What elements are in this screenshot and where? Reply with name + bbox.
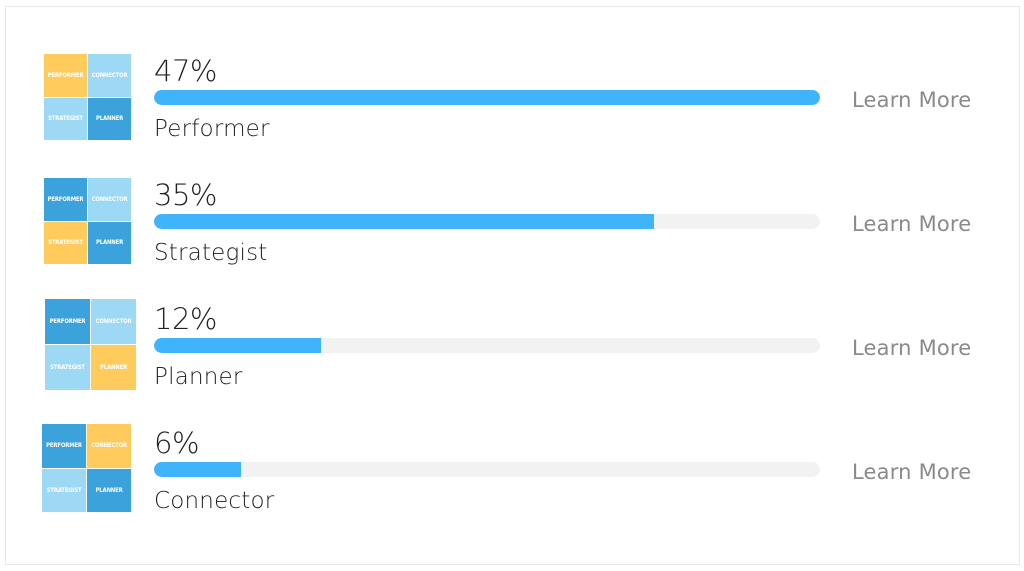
- grid-cell-planner: Planner: [91, 345, 136, 390]
- progress-fill: [154, 90, 820, 105]
- type-name: Strategist: [154, 240, 268, 266]
- grid-cell-strategist: Strategist: [42, 468, 86, 512]
- type-name: Performer: [154, 116, 270, 142]
- grid-cell-performer: Performer: [45, 299, 90, 344]
- type-name: Connector: [154, 488, 275, 514]
- grid-cell-performer: Performer: [42, 424, 86, 468]
- result-row-connector: Performer Connector Strategist Planner 6…: [6, 423, 1019, 523]
- type-name: Planner: [154, 364, 243, 390]
- learn-more-link[interactable]: Learn More: [852, 90, 971, 111]
- grid-cell-planner: Planner: [87, 468, 131, 512]
- grid-cell-planner: Planner: [88, 221, 131, 264]
- learn-more-link[interactable]: Learn More: [852, 462, 971, 483]
- personality-grid-icon: Performer Connector Strategist Planner: [42, 424, 131, 512]
- percent-label: 35%: [154, 178, 217, 212]
- grid-cell-connector: Connector: [87, 424, 131, 468]
- grid-cell-connector: Connector: [88, 178, 131, 221]
- progress-bar: [154, 462, 820, 477]
- progress-bar: [154, 338, 820, 353]
- grid-cell-strategist: Strategist: [44, 97, 87, 140]
- result-row-planner: Performer Connector Strategist Planner 1…: [6, 299, 1019, 399]
- progress-bar: [154, 90, 820, 105]
- learn-more-link[interactable]: Learn More: [852, 338, 971, 359]
- result-row-strategist: Performer Connector Strategist Planner 3…: [6, 175, 1019, 275]
- learn-more-link[interactable]: Learn More: [852, 214, 971, 235]
- personality-grid-icon: Performer Connector Strategist Planner: [44, 54, 131, 140]
- results-card: Performer Connector Strategist Planner 4…: [5, 6, 1020, 565]
- personality-grid-icon: Performer Connector Strategist Planner: [44, 178, 131, 264]
- grid-cell-strategist: Strategist: [44, 221, 87, 264]
- progress-fill: [154, 338, 321, 353]
- progress-fill: [154, 214, 654, 229]
- percent-label: 47%: [154, 54, 217, 88]
- grid-cell-planner: Planner: [88, 97, 131, 140]
- grid-cell-performer: Performer: [44, 178, 87, 221]
- progress-fill: [154, 462, 241, 477]
- grid-cell-connector: Connector: [91, 299, 136, 344]
- personality-grid-icon: Performer Connector Strategist Planner: [45, 299, 136, 390]
- grid-cell-performer: Performer: [44, 54, 87, 97]
- grid-cell-strategist: Strategist: [45, 345, 90, 390]
- percent-label: 6%: [154, 426, 200, 460]
- progress-bar: [154, 214, 820, 229]
- percent-label: 12%: [154, 302, 217, 336]
- grid-cell-connector: Connector: [88, 54, 131, 97]
- result-row-performer: Performer Connector Strategist Planner 4…: [6, 51, 1019, 151]
